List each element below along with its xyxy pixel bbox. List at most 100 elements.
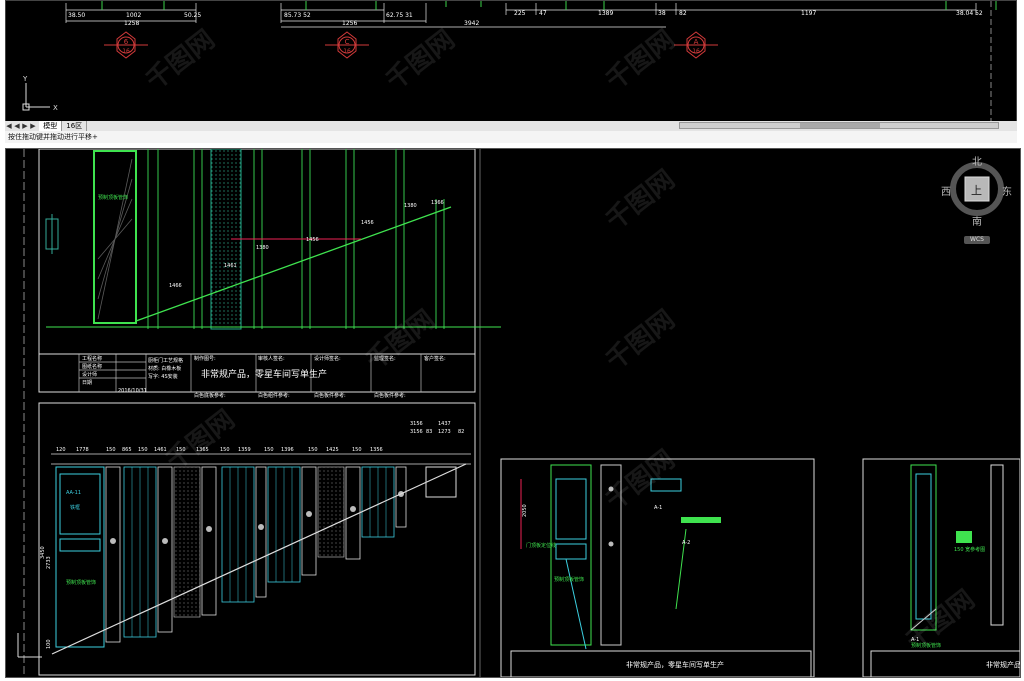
wcs-menu[interactable]: WCS [964, 236, 990, 244]
door-label: AA-11 [66, 490, 81, 496]
tb-col: 客户签名: [424, 355, 446, 362]
dim-text: 1197 [801, 10, 816, 17]
door-label: 铁框 [70, 504, 80, 511]
dim-text: 38.04 52 [956, 10, 983, 17]
dim-text: 82 [458, 429, 464, 435]
tb-col: 制作图号: [194, 355, 216, 362]
top-drawing-canvas: 38.50 1002 50.25 1258 85.73 52 1256 62.7… [22, 1, 997, 121]
dim-text: 38.50 [68, 12, 85, 19]
viewcube-top-face[interactable]: 上 [971, 182, 982, 198]
section-marker[interactable]: 6 16 [104, 31, 148, 59]
dim-text: 85.73 52 [284, 12, 311, 19]
top-drawing-viewport[interactable]: 38.50 1002 50.25 1258 85.73 52 1256 62.7… [5, 0, 1017, 123]
dim-text: 865 [122, 447, 132, 453]
dim-text: 1359 [238, 447, 251, 453]
tb-col2: 材质: 白橡木板 [148, 365, 181, 372]
height-dim: 2050 [522, 504, 528, 517]
tb-header: 图纸名称 [82, 363, 102, 370]
tb-note: 非常规产品，零星车间写单生产 [626, 660, 724, 669]
tab-model[interactable]: 模型 [39, 121, 63, 131]
marker-top: A [694, 38, 699, 46]
main-drawing-viewport[interactable]: 1466 1461 1380 1456 1456 1380 1366 预制顶板管… [5, 148, 1021, 678]
dim-text: 38 [658, 10, 666, 17]
dim-text: 1425 [326, 447, 339, 453]
detail-label: A-2 [682, 540, 690, 546]
tb-bottom: 白色板件参考: [314, 392, 346, 399]
tb-bottom: 白色底板参考: [194, 392, 226, 399]
dim-text: 1356 [370, 447, 383, 453]
dim-text: 83 [426, 429, 432, 435]
dim-text: 62.75 31 [386, 12, 413, 19]
compass-north[interactable]: 北 [972, 153, 982, 168]
tb-note: 非常规产品，零星车间写单生产 [201, 368, 327, 380]
dim-text: 1396 [281, 447, 294, 453]
section-marker[interactable]: C 16 [325, 31, 369, 59]
tb-col: 审核人签名: [258, 355, 285, 362]
tab-prev-button[interactable]: ◀ [13, 121, 21, 131]
detail-label: 预制顶板管饰 [554, 576, 584, 583]
dim-text: 1380 [256, 245, 269, 251]
dim-text: 1461 [154, 447, 167, 453]
command-line[interactable]: 按住拖动键并拖动进行平移+ [5, 131, 1017, 143]
dim-text: 150 [106, 447, 116, 453]
tb-col: 监理签名: [374, 355, 396, 362]
dim-text: 150 [138, 447, 148, 453]
height-dim: 2733 [46, 556, 52, 569]
detail-label: 门顶板定位线 [526, 542, 556, 549]
section-marker[interactable]: A 16 [674, 31, 718, 59]
marker-bottom: 16 [122, 48, 130, 55]
dim-text: 150 [220, 447, 230, 453]
dim-text: 150 [264, 447, 274, 453]
tab-last-button[interactable]: ▶ [29, 121, 37, 131]
dim-text: 150 [176, 447, 186, 453]
dim-text: 1456 [306, 237, 319, 243]
dim-text: 120 [56, 447, 66, 453]
horizontal-scrollbar[interactable] [679, 122, 999, 129]
tb-date: 2016/10/31 [118, 388, 147, 394]
detail-elevation [520, 464, 721, 650]
dim-text: 1002 [126, 12, 141, 19]
tb-header: 设计师 [82, 371, 97, 378]
marker-bottom: 16 [343, 48, 351, 55]
dim-text: 3942 [464, 20, 479, 27]
title-block: 工程名称 图纸名称 设计师 日期 2016/10/31 厨柜门工艺规格 材质: … [38, 353, 476, 399]
compass-south[interactable]: 南 [972, 213, 982, 228]
door-label: 预制顶板管饰 [66, 579, 96, 586]
dim-text: 82 [679, 10, 687, 17]
dim-text: 50.25 [184, 12, 201, 19]
dim-text: 150 [352, 447, 362, 453]
dim-text: 1778 [76, 447, 89, 453]
tab-next-button[interactable]: ▶ [21, 121, 29, 131]
dim-text: 1366 [431, 200, 444, 206]
tab-first-button[interactable]: ◀ [5, 121, 13, 131]
main-drawing-canvas: 1466 1461 1380 1456 1456 1380 1366 预制顶板管… [17, 149, 1020, 677]
height-dim: 100 [46, 639, 52, 649]
tab-layout-16[interactable]: 16区 [62, 121, 88, 131]
command-line-text: 按住拖动键并拖动进行平移+ [8, 133, 98, 141]
compass-west[interactable]: 西 [941, 183, 951, 198]
dim-text: 1466 [169, 283, 182, 289]
marker-top: 6 [124, 38, 129, 46]
dim-text: 1380 [404, 203, 417, 209]
detail-label: 预制顶板管饰 [911, 642, 941, 649]
dim-text: 3156 [410, 429, 423, 435]
dim-text: 1461 [224, 263, 237, 269]
dim-text: 1365 [196, 447, 209, 453]
dim-text: 3156 [410, 421, 423, 427]
tb-header: 工程名称 [82, 355, 102, 362]
cabinet-elevation [51, 463, 467, 655]
marker-bottom: 16 [692, 48, 700, 55]
tb-note: 非常规产品，零星车间写单生产 [986, 660, 1020, 669]
dim-text: 47 [539, 10, 547, 17]
tb-col2: 写字: 4S安装 [148, 373, 178, 380]
tb-bottom: 白色板件参考: [374, 392, 406, 399]
compass-east[interactable]: 东 [1002, 183, 1012, 198]
tb-col2: 厨柜门工艺规格 [148, 357, 183, 364]
ucs-icon [17, 633, 42, 658]
ucs-x-label: X [53, 104, 58, 112]
dim-text: 1273 [438, 429, 451, 435]
tb-bottom: 白色组件参考: [258, 392, 290, 399]
panel-label: 预制顶板管饰 [98, 194, 128, 201]
dim-text: 1256 [342, 20, 357, 27]
dim-text: 1456 [361, 220, 374, 226]
